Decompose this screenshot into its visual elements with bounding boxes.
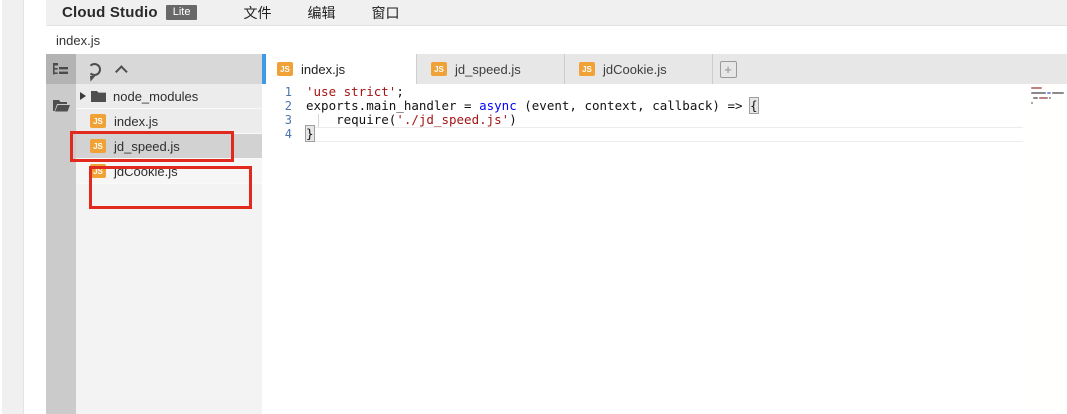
file-explorer: node_modules JS index.js JS jd_speed.js … — [76, 54, 262, 414]
code-token: ; — [396, 84, 404, 99]
tree-item-label: index.js — [114, 114, 158, 129]
menu-edit[interactable]: 编辑 — [293, 3, 349, 23]
tree-item-node-modules[interactable]: node_modules — [76, 84, 262, 109]
lite-badge: Lite — [166, 5, 198, 20]
matched-bracket: { — [750, 98, 758, 113]
menu-window[interactable]: 窗口 — [357, 3, 413, 23]
breadcrumb: index.js — [46, 26, 1067, 54]
tab-jd-speed-js[interactable]: JS jd_speed.js — [417, 54, 565, 84]
menu-bar: 文件 编辑 窗口 — [229, 3, 421, 23]
code-line-1: 1'use strict'; — [262, 85, 1025, 99]
new-tab-button[interactable]: + — [713, 54, 743, 84]
code-token: './jd_speed.js' — [396, 112, 509, 127]
annotation-box-jdcookie — [89, 166, 252, 209]
code-token: 'use strict' — [306, 84, 396, 99]
matched-bracket: } — [306, 126, 314, 141]
code-line-4: 4} — [262, 127, 1025, 141]
tab-label: index.js — [301, 62, 345, 77]
code-editor[interactable]: 1'use strict'; 2exports.main_handler = a… — [262, 84, 1067, 414]
code-lines: 1'use strict'; 2exports.main_handler = a… — [262, 85, 1025, 141]
code-line-3: 3 require('./jd_speed.js') — [262, 113, 1025, 127]
app-title: Cloud Studio — [62, 4, 158, 21]
code-token: require( — [306, 112, 396, 127]
explorer-toolbar — [76, 54, 262, 84]
code-token: async — [479, 98, 517, 113]
line-number[interactable]: 3 — [262, 113, 306, 127]
tab-jdcookie-js[interactable]: JS jdCookie.js — [565, 54, 713, 84]
chevron-right-icon — [80, 92, 86, 100]
js-file-icon: JS — [579, 62, 595, 76]
tab-strip: JS index.js JS jd_speed.js JS jdCookie.j… — [262, 54, 1067, 84]
plus-icon: + — [720, 61, 737, 78]
open-folder-icon — [53, 99, 70, 112]
minimap[interactable] — [1027, 84, 1067, 414]
refresh-icon[interactable] — [88, 63, 101, 76]
list-tree-icon — [53, 62, 69, 76]
code-token: exports.main_handler = — [306, 98, 479, 113]
js-file-icon: JS — [277, 62, 293, 76]
js-file-icon: JS — [431, 62, 447, 76]
folder-icon — [91, 90, 106, 102]
open-folder-button[interactable] — [46, 90, 76, 120]
menu-file[interactable]: 文件 — [229, 3, 285, 23]
code-token: ) — [509, 112, 517, 127]
line-number[interactable]: 2 — [262, 99, 306, 113]
explorer-tree-button[interactable] — [46, 54, 76, 84]
current-line-highlight — [310, 141, 1023, 142]
line-number[interactable]: 4 — [262, 127, 306, 141]
tab-label: jd_speed.js — [455, 62, 521, 77]
tab-index-js[interactable]: JS index.js — [262, 54, 417, 84]
annotation-box-jd-speed — [70, 131, 234, 162]
code-line-2: 2exports.main_handler = async (event, co… — [262, 99, 1025, 113]
breadcrumb-filename: index.js — [56, 33, 100, 48]
collapse-icon[interactable] — [115, 65, 128, 78]
tab-label: jdCookie.js — [603, 62, 667, 77]
tree-item-label: node_modules — [113, 89, 198, 104]
cloud-studio-window: Cloud Studio Lite 文件 编辑 窗口 index.js — [0, 0, 1067, 414]
activity-bar — [46, 54, 76, 414]
code-token: (event, context, callback) => — [517, 98, 750, 113]
top-menu-bar: Cloud Studio Lite 文件 编辑 窗口 — [46, 0, 1067, 26]
page-left-gutter — [2, 0, 24, 414]
main-area: node_modules JS index.js JS jd_speed.js … — [46, 54, 1067, 414]
line-number[interactable]: 1 — [262, 85, 306, 99]
editor-group: JS index.js JS jd_speed.js JS jdCookie.j… — [262, 54, 1067, 414]
js-file-icon: JS — [90, 114, 106, 128]
